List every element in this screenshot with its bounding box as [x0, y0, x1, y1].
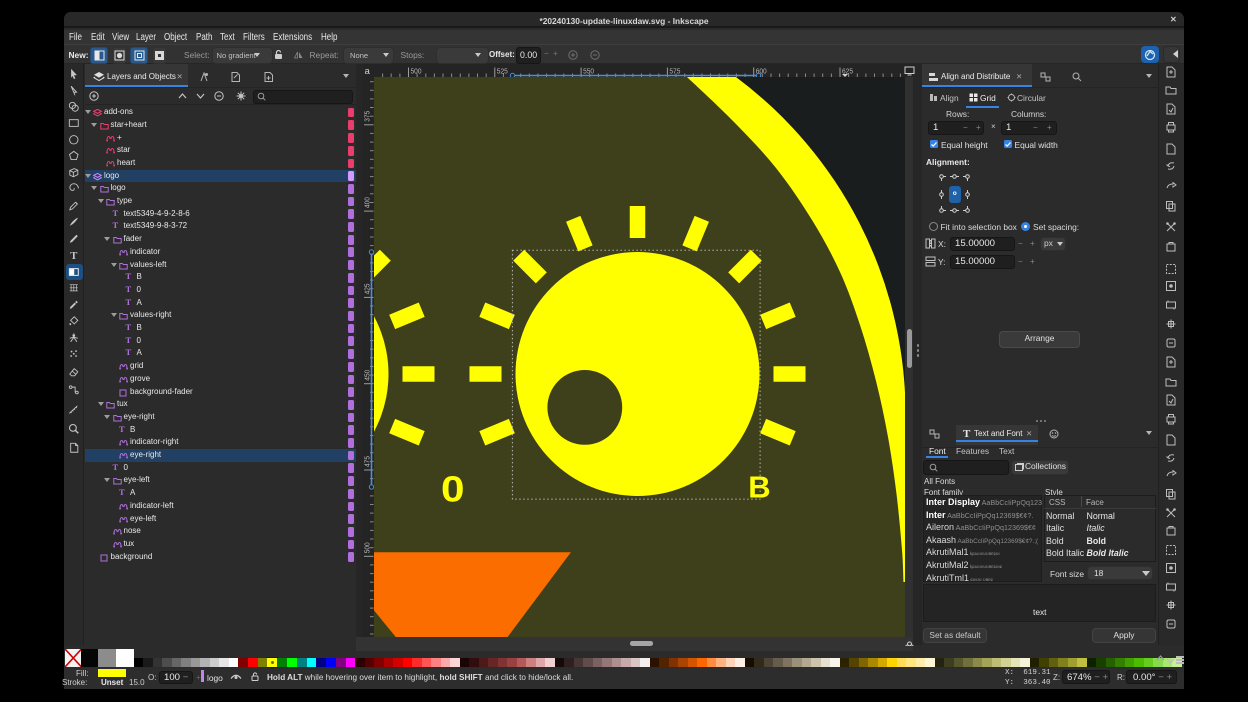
svg-text:T: T: [70, 250, 77, 261]
svg-text:375: 375: [363, 111, 372, 122]
svg-text:525: 525: [496, 67, 507, 76]
svg-text:400: 400: [363, 197, 372, 208]
svg-text:575: 575: [669, 67, 680, 76]
svg-text:500: 500: [410, 67, 421, 76]
svg-text:0: 0: [441, 469, 465, 510]
svg-text:450: 450: [363, 370, 372, 381]
svg-text:425: 425: [363, 283, 372, 294]
svg-text:475: 475: [363, 456, 372, 467]
svg-text:550: 550: [583, 67, 594, 76]
svg-text:500: 500: [363, 542, 372, 553]
